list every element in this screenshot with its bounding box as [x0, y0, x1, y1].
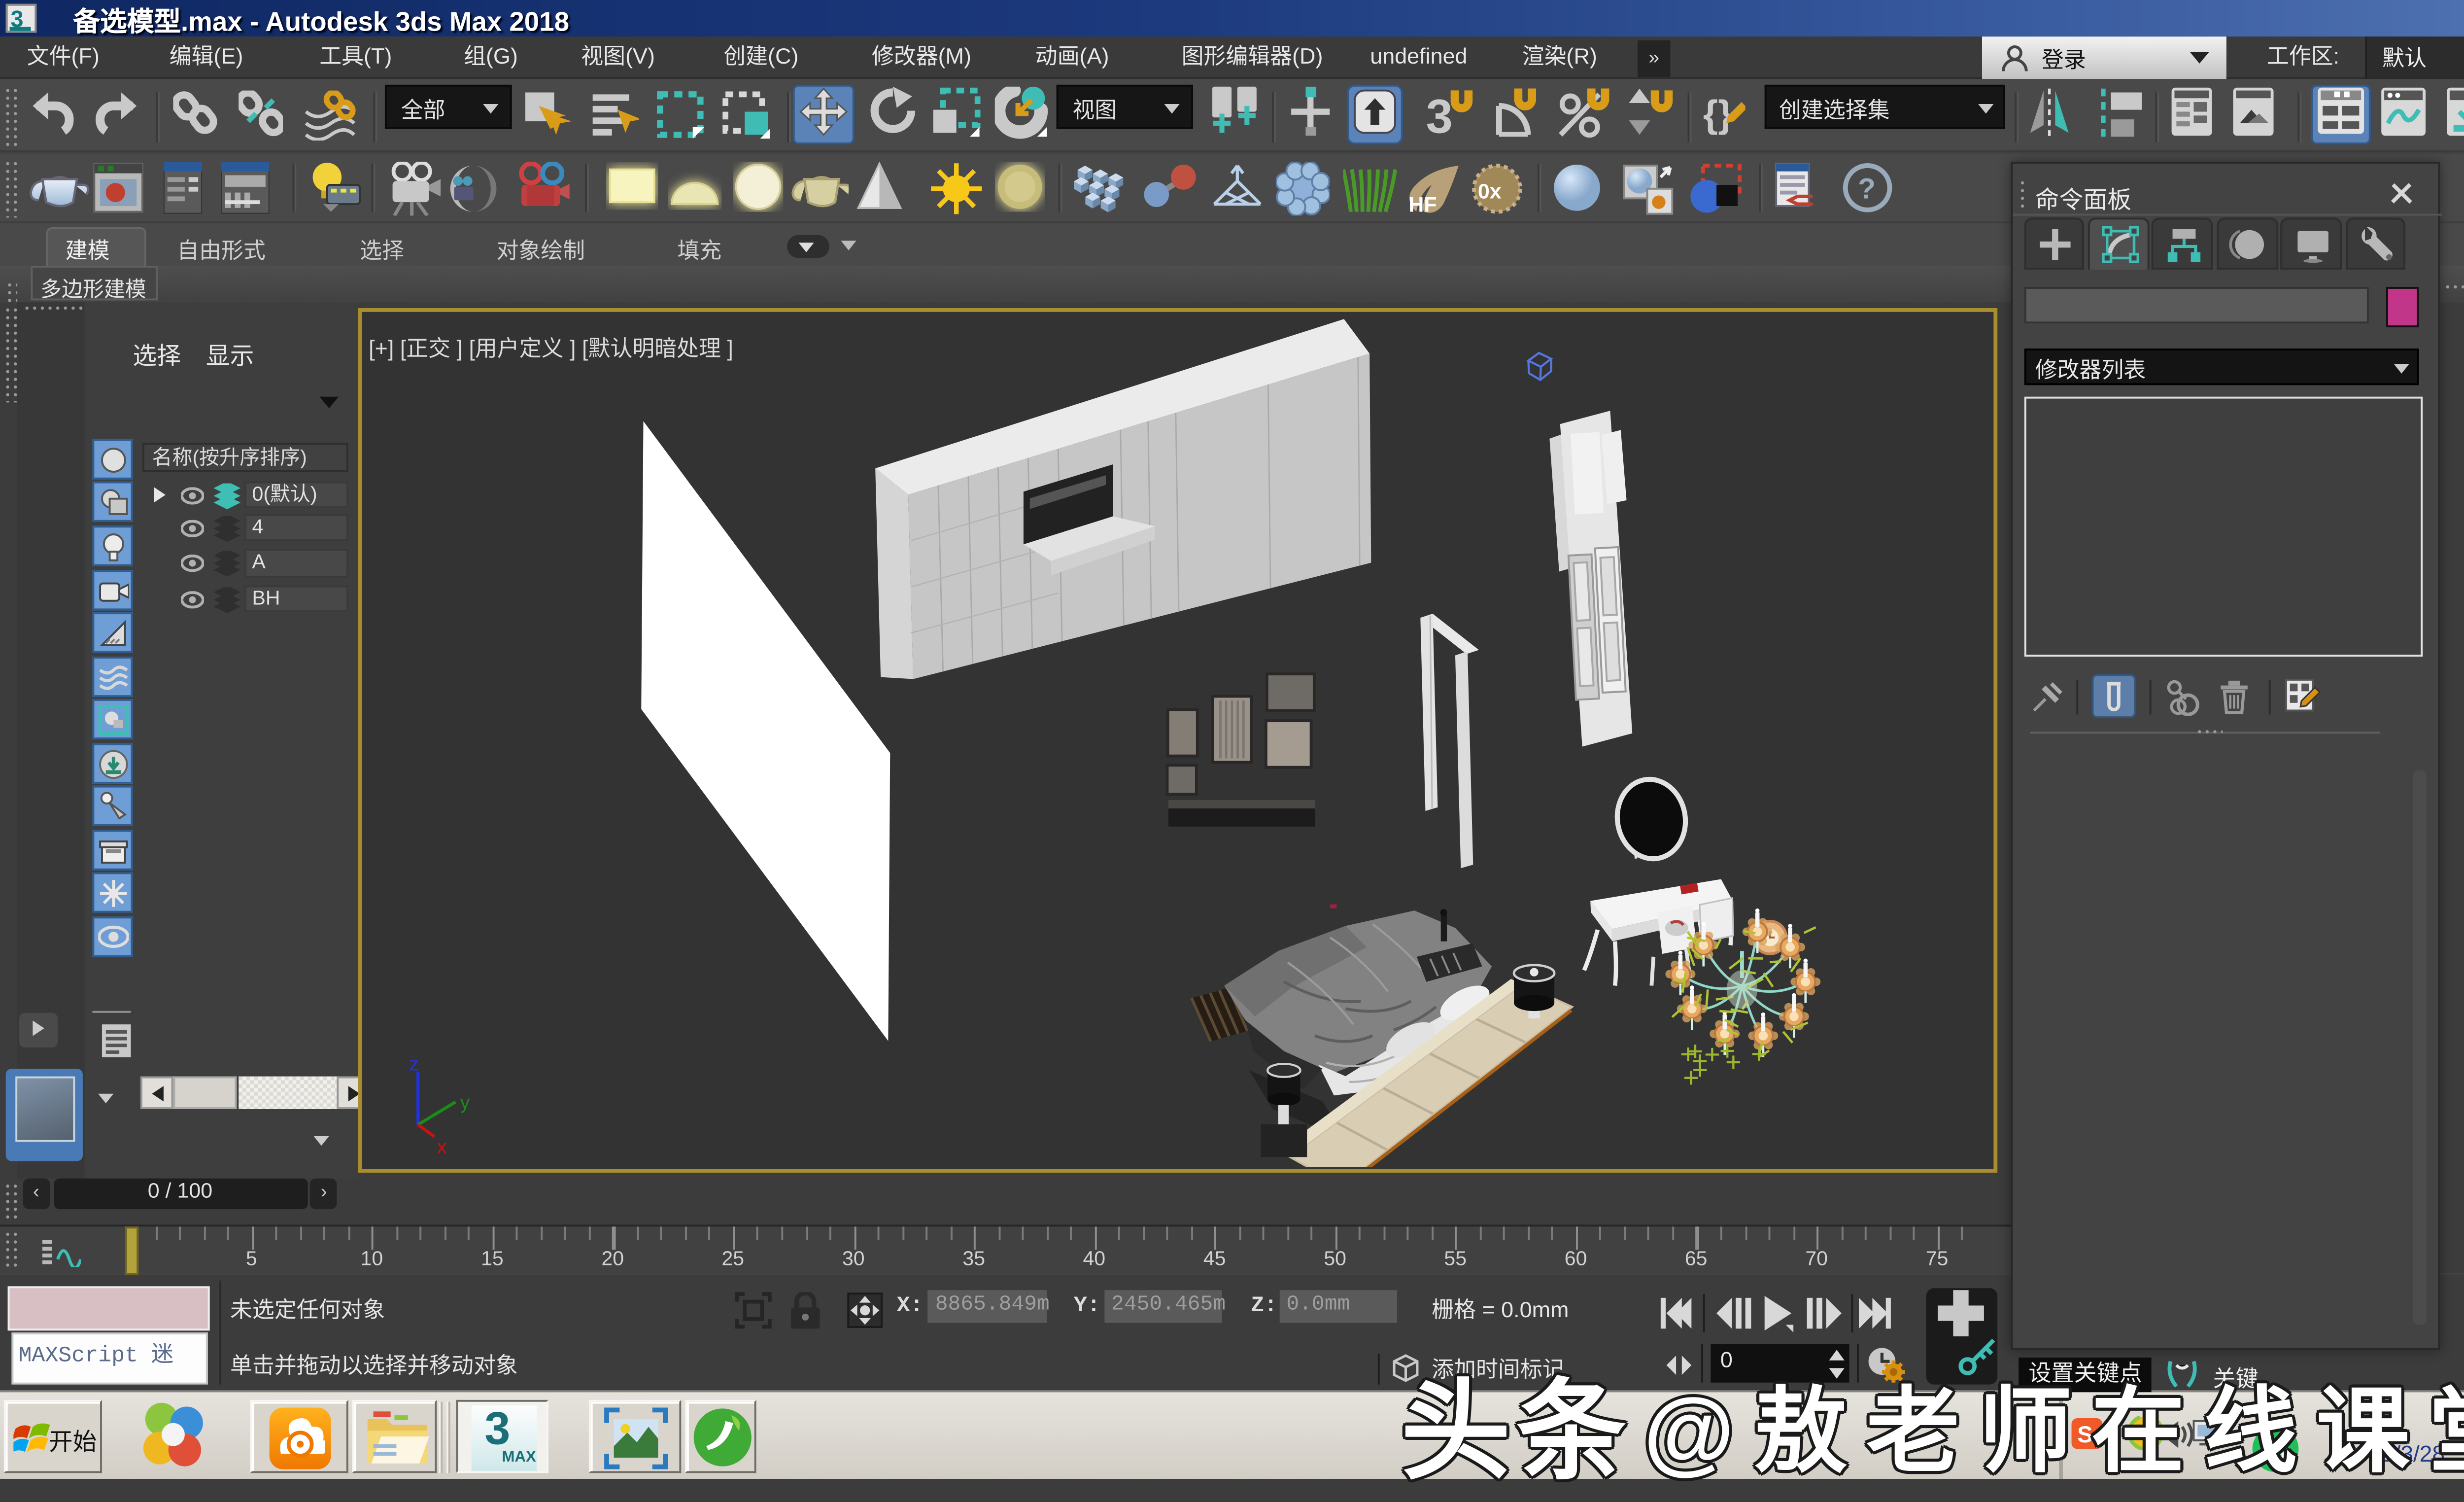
svg-text:0x: 0x: [1478, 179, 1502, 203]
svg-text:x: x: [437, 1135, 447, 1156]
svg-text:?: ?: [1858, 173, 1876, 205]
svg-text:y: y: [460, 1091, 470, 1113]
svg-text:HF: HF: [1408, 193, 1437, 216]
svg-text:[+] [正交 ] [用户定义 ] [默认明暗处理 ]: [+] [正交 ] [用户定义 ] [默认明暗处理 ]: [369, 335, 734, 360]
svg-text:3: 3: [1426, 89, 1452, 137]
svg-text:z: z: [410, 1052, 419, 1074]
svg-text:{}: {}: [1703, 92, 1733, 135]
